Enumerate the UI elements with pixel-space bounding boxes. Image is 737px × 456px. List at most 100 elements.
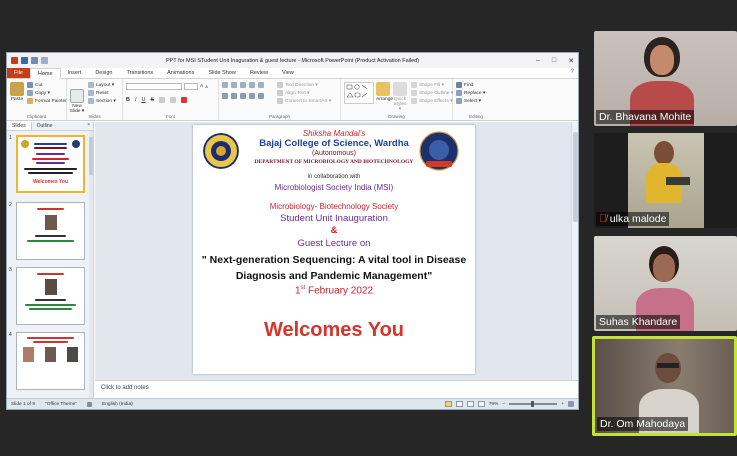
speaker-photo xyxy=(45,279,57,295)
tab-insert[interactable]: Insert xyxy=(61,68,89,78)
decrease-indent-icon[interactable] xyxy=(240,82,246,88)
reading-view-button[interactable] xyxy=(466,401,474,407)
save-icon[interactable] xyxy=(21,57,28,64)
convert-smartart-button[interactable]: Convert to SmartArt ▾ xyxy=(277,97,331,105)
bullets-icon[interactable] xyxy=(222,82,228,88)
spellcheck-icon[interactable] xyxy=(87,401,93,407)
msi-name: Microbiologist Society India (MSI) xyxy=(274,183,394,192)
normal-view-button[interactable] xyxy=(444,401,452,407)
new-slide-button[interactable]: New Slide ▾ xyxy=(69,88,85,114)
justify-icon[interactable] xyxy=(249,93,255,99)
align-center-icon[interactable] xyxy=(231,93,237,99)
slides-pane-scrollbar[interactable] xyxy=(89,131,93,399)
participant-tile-4-active-speaker[interactable]: Dr. Om Mahodaya xyxy=(592,336,737,436)
align-text-button[interactable]: Align Text ▾ xyxy=(277,89,331,97)
participant-tile-1[interactable]: Dr. Bhavana Mohite xyxy=(594,31,737,126)
screen: PPT for MSI STudent Unit Inaguration & g… xyxy=(0,0,737,456)
slideshow-button[interactable] xyxy=(477,401,485,407)
member-photo xyxy=(23,347,34,362)
line-spacing-icon[interactable] xyxy=(258,82,264,88)
replace-button[interactable]: Replace ▾ xyxy=(456,89,496,97)
zoom-level[interactable]: 79% xyxy=(489,402,499,407)
zoom-slider[interactable] xyxy=(509,401,558,407)
zoom-out-button[interactable]: − xyxy=(502,402,505,407)
slide-thumbnail-2[interactable]: 2 xyxy=(7,200,94,264)
underline-button[interactable]: U xyxy=(142,97,146,103)
slide-thumbnail-1[interactable]: 1 Welcomes You xyxy=(7,133,94,197)
slide-sorter-button[interactable] xyxy=(455,401,463,407)
shape-fill-button[interactable]: Shape Fill ▾ xyxy=(411,81,453,89)
ampersand: & xyxy=(330,225,338,236)
cursor-icon xyxy=(456,98,462,104)
italic-button[interactable]: I xyxy=(135,97,137,103)
event-date: 1st February 2022 xyxy=(294,285,374,297)
minimize-button[interactable]: – xyxy=(536,57,540,65)
tab-file[interactable]: File xyxy=(7,68,30,78)
tab-animations[interactable]: Animations xyxy=(160,68,201,78)
close-button[interactable]: ✕ xyxy=(568,57,574,65)
fit-to-window-icon[interactable] xyxy=(568,401,574,407)
tab-slide-show[interactable]: Slide Show xyxy=(201,68,243,78)
grow-font-button[interactable]: A xyxy=(200,84,203,89)
zoom-thumb[interactable] xyxy=(531,401,535,407)
brush-icon xyxy=(27,98,33,104)
strikethrough-button[interactable]: S xyxy=(151,97,155,103)
align-right-icon[interactable] xyxy=(240,93,246,99)
reset-button[interactable]: Reset xyxy=(88,89,116,97)
undo-icon[interactable] xyxy=(31,57,38,64)
copy-button[interactable]: Copy ▾ xyxy=(27,89,67,97)
tab-home[interactable]: Home xyxy=(29,68,61,79)
help-icon[interactable]: ? xyxy=(571,69,574,75)
tab-design[interactable]: Design xyxy=(88,68,119,78)
shape-outline-button[interactable]: Shape Outline ▾ xyxy=(411,89,453,97)
font-color-icon[interactable] xyxy=(181,97,188,103)
editing-group: Find Replace ▾ Select ▾ Editing xyxy=(453,79,499,120)
align-left-icon[interactable] xyxy=(222,93,228,99)
shrink-font-button[interactable]: A xyxy=(205,84,208,89)
replace-icon xyxy=(456,90,462,96)
zoom-in-button[interactable]: + xyxy=(561,402,564,407)
close-pane-icon[interactable]: × xyxy=(87,122,93,130)
slide-thumbnail-3[interactable]: 3 xyxy=(7,265,94,329)
speaker-photo xyxy=(45,215,57,230)
columns-icon[interactable] xyxy=(258,93,264,99)
participant-tile-3[interactable]: Suhas Khandare xyxy=(594,236,737,331)
paste-button[interactable]: Paste xyxy=(10,81,24,102)
increase-indent-icon[interactable] xyxy=(249,82,255,88)
arrange-icon xyxy=(376,82,390,96)
window-title: PPT for MSI STudent Unit Inaguration & g… xyxy=(165,57,420,64)
slide-thumbnail-4[interactable]: 4 xyxy=(7,330,94,394)
tab-review[interactable]: Review xyxy=(243,68,275,78)
layout-button[interactable]: Layout ▾ xyxy=(88,81,116,89)
section-button[interactable]: Section ▾ xyxy=(88,97,116,105)
change-case-icon[interactable] xyxy=(170,97,177,103)
language-indicator[interactable]: English (India) xyxy=(102,402,133,407)
shape-effects-button[interactable]: Shape Effects ▾ xyxy=(411,97,453,105)
notes-pane[interactable]: Click to add notes xyxy=(95,380,578,399)
font-name-dropdown[interactable] xyxy=(126,82,182,90)
format-painter-button[interactable]: Format Painter xyxy=(27,97,67,105)
character-spacing-icon[interactable] xyxy=(159,97,166,103)
slide-scrollbar[interactable] xyxy=(571,122,578,380)
editing-label: Editing xyxy=(469,114,483,119)
font-size-dropdown[interactable] xyxy=(184,82,198,90)
select-button[interactable]: Select ▾ xyxy=(456,97,496,105)
quick-styles-button[interactable]: Quick Styles ▾ xyxy=(392,81,408,112)
numbering-icon[interactable] xyxy=(231,82,237,88)
current-slide[interactable]: Shiksha Mandal's Bajaj College of Scienc… xyxy=(193,125,475,374)
tab-slides[interactable]: Slides xyxy=(7,122,32,130)
tab-outline[interactable]: Outline xyxy=(32,122,58,130)
bold-button[interactable]: B xyxy=(126,97,130,103)
shapes-gallery[interactable] xyxy=(344,82,374,104)
participant-tile-2[interactable]: 🎙̸ ulka malode xyxy=(594,133,737,228)
redo-icon[interactable] xyxy=(41,57,48,64)
arrange-button[interactable]: Arrange xyxy=(376,81,393,102)
tab-transitions[interactable]: Transitions xyxy=(119,68,160,78)
maximize-button[interactable]: □ xyxy=(552,57,556,65)
tab-view[interactable]: View xyxy=(275,68,301,78)
topic-line-1: " Next-generation Sequencing: A vital to… xyxy=(201,254,467,266)
text-direction-button[interactable]: Text Direction ▾ xyxy=(277,81,331,89)
cut-button[interactable]: Cut xyxy=(27,81,67,89)
align-text-icon xyxy=(277,90,283,96)
find-button[interactable]: Find xyxy=(456,81,496,89)
